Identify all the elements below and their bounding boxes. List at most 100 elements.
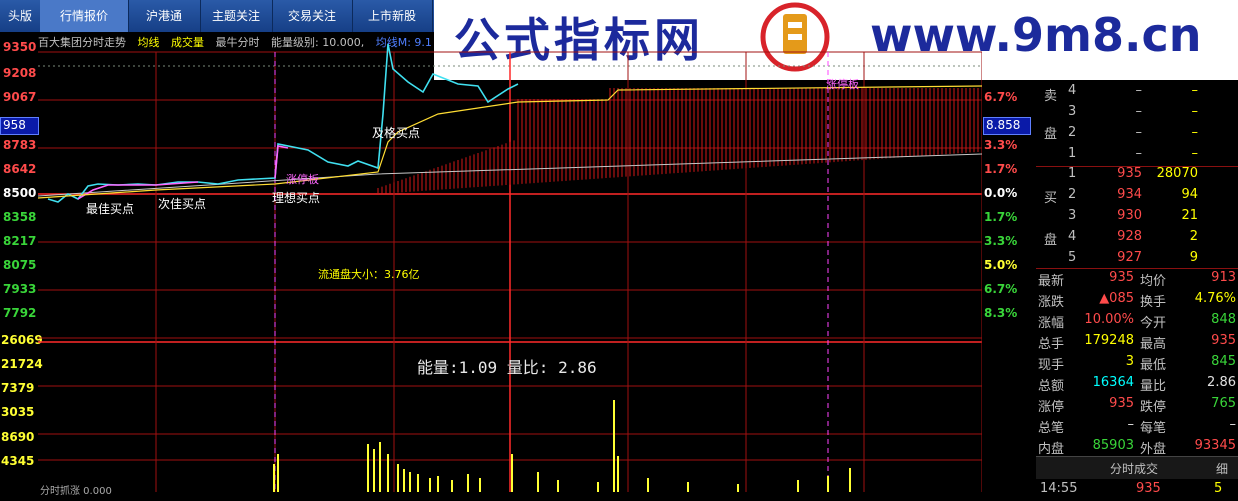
price-tick-label: 7933 xyxy=(3,282,37,296)
quote-label: 涨幅 xyxy=(1038,316,1065,331)
current-price-left: 958 xyxy=(3,118,26,132)
buy-level: 1 xyxy=(1068,166,1077,181)
price-tick-label: 9208 xyxy=(3,66,37,80)
annotation-limit-marker: 涨停板 xyxy=(286,173,319,186)
quote-row: 总手 179248 最高 935 xyxy=(1036,332,1238,353)
quote-row: 总笔 – 每笔 – xyxy=(1036,416,1238,437)
quote-label: 总额 xyxy=(1038,379,1065,394)
annotation-pass-buy: 及格买点 xyxy=(372,126,421,140)
quote-label-2: 跌停 xyxy=(1140,400,1167,415)
quote-label-2: 外盘 xyxy=(1140,442,1167,457)
percent-tick-label: 6.7% xyxy=(984,90,1018,104)
tab-3[interactable]: 主题关注 xyxy=(200,0,273,32)
quote-value-2: 913 xyxy=(1211,270,1236,285)
quote-value-2: 2.86 xyxy=(1207,375,1236,390)
quote-value: ▲085 xyxy=(1099,291,1134,306)
sell-volume: – xyxy=(1191,146,1199,161)
last-tick-vol: 5 xyxy=(1214,481,1223,496)
quote-value-2: 93345 xyxy=(1194,438,1236,453)
buy-volume: 28070 xyxy=(1156,166,1198,181)
percent-tick-label: 5.0% xyxy=(984,258,1018,272)
percent-tick-label: 8.3% xyxy=(984,306,1018,320)
quote-value-2: 4.76% xyxy=(1194,291,1236,306)
buy-row: 5 927 9 xyxy=(1036,249,1238,270)
quote-row: 内盘 85903 外盘 93345 xyxy=(1036,437,1238,458)
tick-tab-detail[interactable]: 细 xyxy=(1216,460,1228,477)
sell-label-2: 盘 xyxy=(1044,127,1058,142)
tab-5[interactable]: 上市新股 xyxy=(352,0,433,32)
quote-label-2: 今开 xyxy=(1140,316,1167,331)
quote-panel: 4– –3– –2– –1– – 卖盘 1 935 28070 2 934 94 3 930 21 4 928 2… xyxy=(1036,80,1238,492)
price-tick-label: 8642 xyxy=(3,162,37,176)
buy-price: 935 xyxy=(1117,166,1142,181)
left-price-axis: 9350 9208 9067 8783 8642 8500 8358 8217 8075 7933… xyxy=(0,0,43,492)
float-cap-label: 流通盘大小：3.76亿 xyxy=(318,268,420,281)
energy-ratio-label: 能量:1.09 量比: 2.86 xyxy=(417,358,597,377)
annotation-second-buy: 次佳买点 xyxy=(158,197,207,211)
quote-label-2: 最高 xyxy=(1140,337,1167,352)
annotation-best-buy: 最佳买点 xyxy=(86,202,135,216)
volume-tick-label: 21724 xyxy=(1,357,43,371)
quote-value-2: 935 xyxy=(1211,333,1236,348)
sell-row: 1 – – xyxy=(1036,145,1238,166)
percent-tick-label: 3.3% xyxy=(984,234,1018,248)
price-tick-label: 8217 xyxy=(3,234,37,248)
sell-volume: – xyxy=(1191,104,1199,119)
buy-price: 927 xyxy=(1117,250,1142,265)
tab-2[interactable]: 沪港通 xyxy=(128,0,201,32)
buy-price: 930 xyxy=(1117,208,1142,223)
sell-label-row-2: 盘 xyxy=(1036,122,1238,143)
quote-label: 现手 xyxy=(1038,358,1065,373)
buy-label: 买 xyxy=(1044,191,1058,206)
price-tick-label: 8075 xyxy=(3,258,37,272)
percent-tick-label: 3.3% xyxy=(984,138,1018,152)
sell-row: 3 – – xyxy=(1036,103,1238,124)
sell-label: 卖 xyxy=(1044,89,1058,104)
quote-label-2: 每笔 xyxy=(1140,421,1167,436)
quote-row: 现手 3 最低 845 xyxy=(1036,353,1238,374)
quote-label-2: 量比 xyxy=(1140,379,1167,394)
quote-value: 935 xyxy=(1109,270,1134,285)
buy-level: 3 xyxy=(1068,208,1077,223)
intraday-chart[interactable] xyxy=(38,44,982,492)
volume-tick-label: 8690 xyxy=(1,430,35,444)
tick-tab-bar[interactable]: 分时成交 细 xyxy=(1036,456,1238,479)
current-price-right: 8.858 xyxy=(986,118,1021,132)
quote-value: 16364 xyxy=(1092,375,1134,390)
percent-tick-label: 0.0% xyxy=(984,186,1018,200)
buy-row: 3 930 21 xyxy=(1036,207,1238,228)
sell-price: – xyxy=(1135,146,1143,161)
quote-row: 涨幅 10.00% 今开 848 xyxy=(1036,311,1238,332)
quote-label-2: 换手 xyxy=(1140,295,1167,310)
bottom-indicator-label: 分时抓涨 0.000 xyxy=(40,486,112,497)
tick-tab-title[interactable]: 分时成交 xyxy=(1110,460,1158,477)
last-tick-time: 14:55 xyxy=(1040,481,1078,496)
current-price-badge-left: 958 xyxy=(0,117,39,135)
quote-row: 涨跌 ▲085 换手 4.76% xyxy=(1036,290,1238,311)
quote-label: 涨跌 xyxy=(1038,295,1065,310)
volume-tick-label: 26069 xyxy=(1,333,43,347)
tab-1[interactable]: 行情报价 xyxy=(40,0,129,32)
price-tick-label: 9350 xyxy=(3,40,37,54)
volume-tick-label: 7379 xyxy=(1,381,35,395)
quote-value: – xyxy=(1127,417,1135,432)
volume-tick-label: 3035 xyxy=(1,405,35,419)
quote-label: 总笔 xyxy=(1038,421,1065,436)
quote-value: 10.00% xyxy=(1084,312,1134,327)
sell-level: 3 xyxy=(1068,104,1077,119)
sell-level: 1 xyxy=(1068,146,1077,161)
percent-tick-label: 1.7% xyxy=(984,210,1018,224)
quote-label: 内盘 xyxy=(1038,442,1065,457)
percent-tick-label: 6.7% xyxy=(984,282,1018,296)
price-tick-label: 8783 xyxy=(3,138,37,152)
quote-label: 最新 xyxy=(1038,274,1065,289)
tab-4[interactable]: 交易关注 xyxy=(272,0,353,32)
quote-row: 总额 16364 量比 2.86 xyxy=(1036,374,1238,395)
quote-label: 涨停 xyxy=(1038,400,1065,415)
quote-value-2: – xyxy=(1229,417,1237,432)
buy-volume: 21 xyxy=(1181,208,1198,223)
quote-row: 涨停 935 跌停 765 xyxy=(1036,395,1238,416)
buy-label-row-2: 盘 xyxy=(1036,228,1238,249)
volume-tick-label: 4345 xyxy=(1,454,35,468)
price-tick-label: 8500 xyxy=(3,186,37,200)
